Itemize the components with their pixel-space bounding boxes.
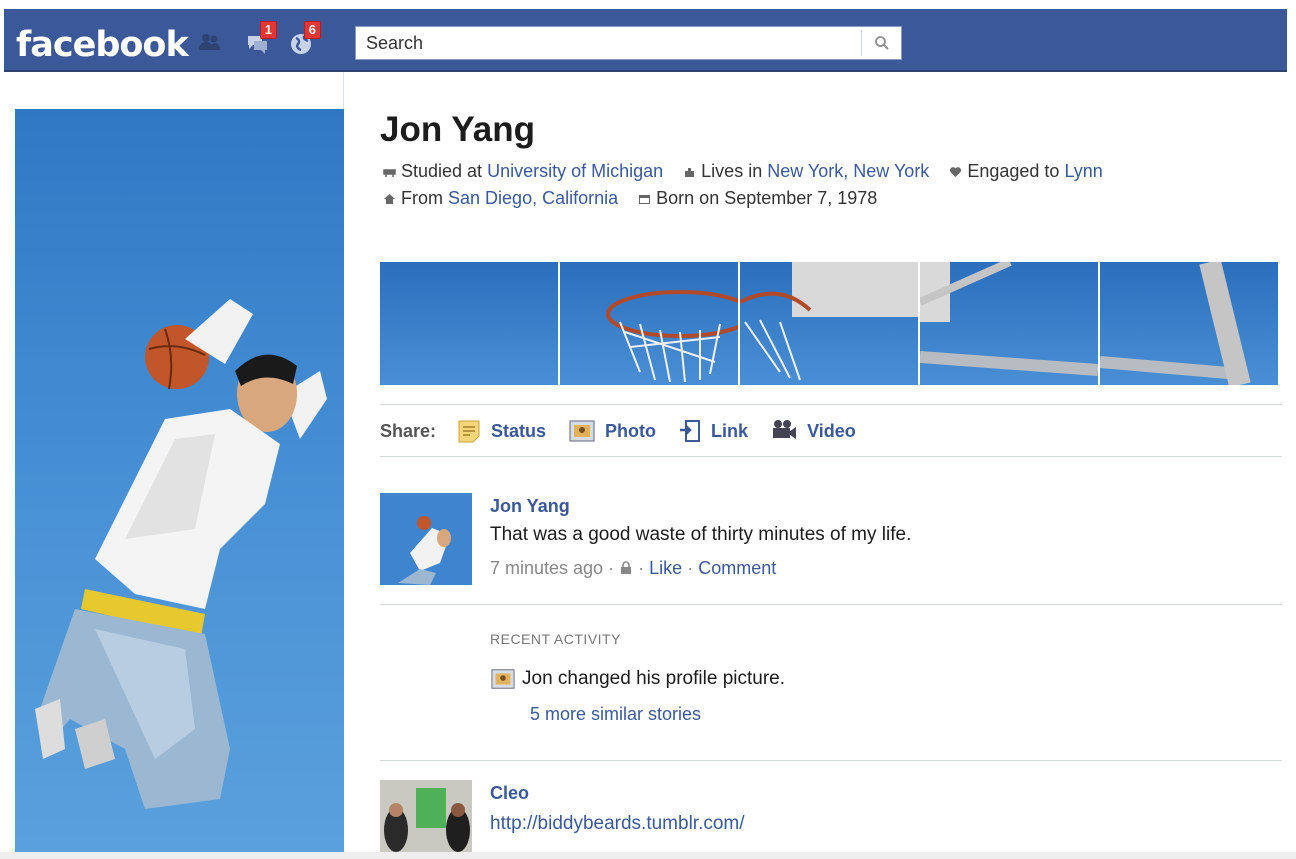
- photo-strip-item-4[interactable]: [920, 262, 1098, 385]
- photo-strip-item-1[interactable]: [380, 262, 558, 385]
- story-1-meta: 7 minutes ago · · Like · Comment: [490, 558, 777, 578]
- calendar-icon: [639, 195, 651, 204]
- share-status-button[interactable]: Status: [456, 418, 546, 444]
- home-icon: [384, 194, 395, 204]
- status-icon: [458, 420, 480, 443]
- photo-icon: [569, 420, 595, 442]
- notifications-globe-icon[interactable]: 6: [288, 21, 321, 56]
- story-1-message: That was a good waste of thirty minutes …: [490, 524, 912, 545]
- search-box: [355, 26, 902, 60]
- share-label: Share:: [380, 420, 437, 441]
- share-link-button[interactable]: Link: [678, 418, 748, 444]
- photo-strip: [380, 262, 1278, 385]
- facebook-logo[interactable]: facebook: [16, 25, 189, 65]
- profile-picture-change-icon: [491, 669, 515, 689]
- education-icon: [383, 169, 396, 177]
- like-link[interactable]: Like: [649, 558, 682, 578]
- profile-picture-image: [35, 299, 327, 809]
- story-2-link[interactable]: http://biddybeards.tumblr.com/: [490, 813, 745, 835]
- comment-link[interactable]: Comment: [698, 558, 776, 578]
- messages-icon[interactable]: 1: [244, 21, 277, 56]
- link-icon: [680, 420, 701, 442]
- heart-icon: [950, 167, 962, 177]
- more-similar-stories-link[interactable]: 5 more similar stories: [530, 704, 701, 725]
- share-video-button[interactable]: Video: [770, 418, 856, 444]
- hometown-link[interactable]: San Diego, California: [448, 188, 618, 208]
- recent-activity-title: RECENT ACTIVITY: [490, 631, 621, 647]
- profile-name: Jon Yang: [380, 110, 535, 149]
- photo-strip-item-3[interactable]: [740, 262, 918, 385]
- top-bar: facebook 1 6: [4, 9, 1287, 72]
- search-input[interactable]: [356, 27, 861, 59]
- partner-link[interactable]: Lynn: [1064, 161, 1102, 181]
- video-icon: [773, 420, 797, 439]
- city-link[interactable]: New York, New York: [767, 161, 929, 181]
- share-photo-button[interactable]: Photo: [568, 418, 656, 444]
- photo-strip-item-2[interactable]: [560, 262, 738, 385]
- story-1-timestamp[interactable]: 7 minutes ago: [490, 558, 603, 578]
- profile-info-line-2: From San Diego, California Born on Septe…: [383, 188, 877, 209]
- story-1-thumbnail[interactable]: [380, 493, 472, 585]
- notifications-count-badge: 6: [303, 21, 321, 39]
- school-link[interactable]: University of Michigan: [487, 161, 663, 181]
- recent-activity-item: Jon changed his profile picture.: [490, 667, 785, 691]
- privacy-lock-icon[interactable]: [619, 561, 633, 575]
- profile-picture[interactable]: [15, 109, 344, 852]
- friend-requests-icon[interactable]: [196, 30, 222, 56]
- story-2-thumbnail[interactable]: [380, 780, 472, 852]
- messages-count-badge: 1: [259, 21, 277, 39]
- story-2-actor-link[interactable]: Cleo: [490, 783, 529, 804]
- profile-info-line-1: Studied at University of Michigan Lives …: [383, 161, 1103, 182]
- photo-strip-item-5[interactable]: [1100, 262, 1278, 385]
- share-bar: Share: Status Photo Link Video: [380, 418, 878, 444]
- lives-in-icon: [685, 168, 695, 177]
- search-button[interactable]: [861, 30, 901, 56]
- story-1-actor-link[interactable]: Jon Yang: [490, 496, 570, 517]
- search-icon: [874, 36, 889, 50]
